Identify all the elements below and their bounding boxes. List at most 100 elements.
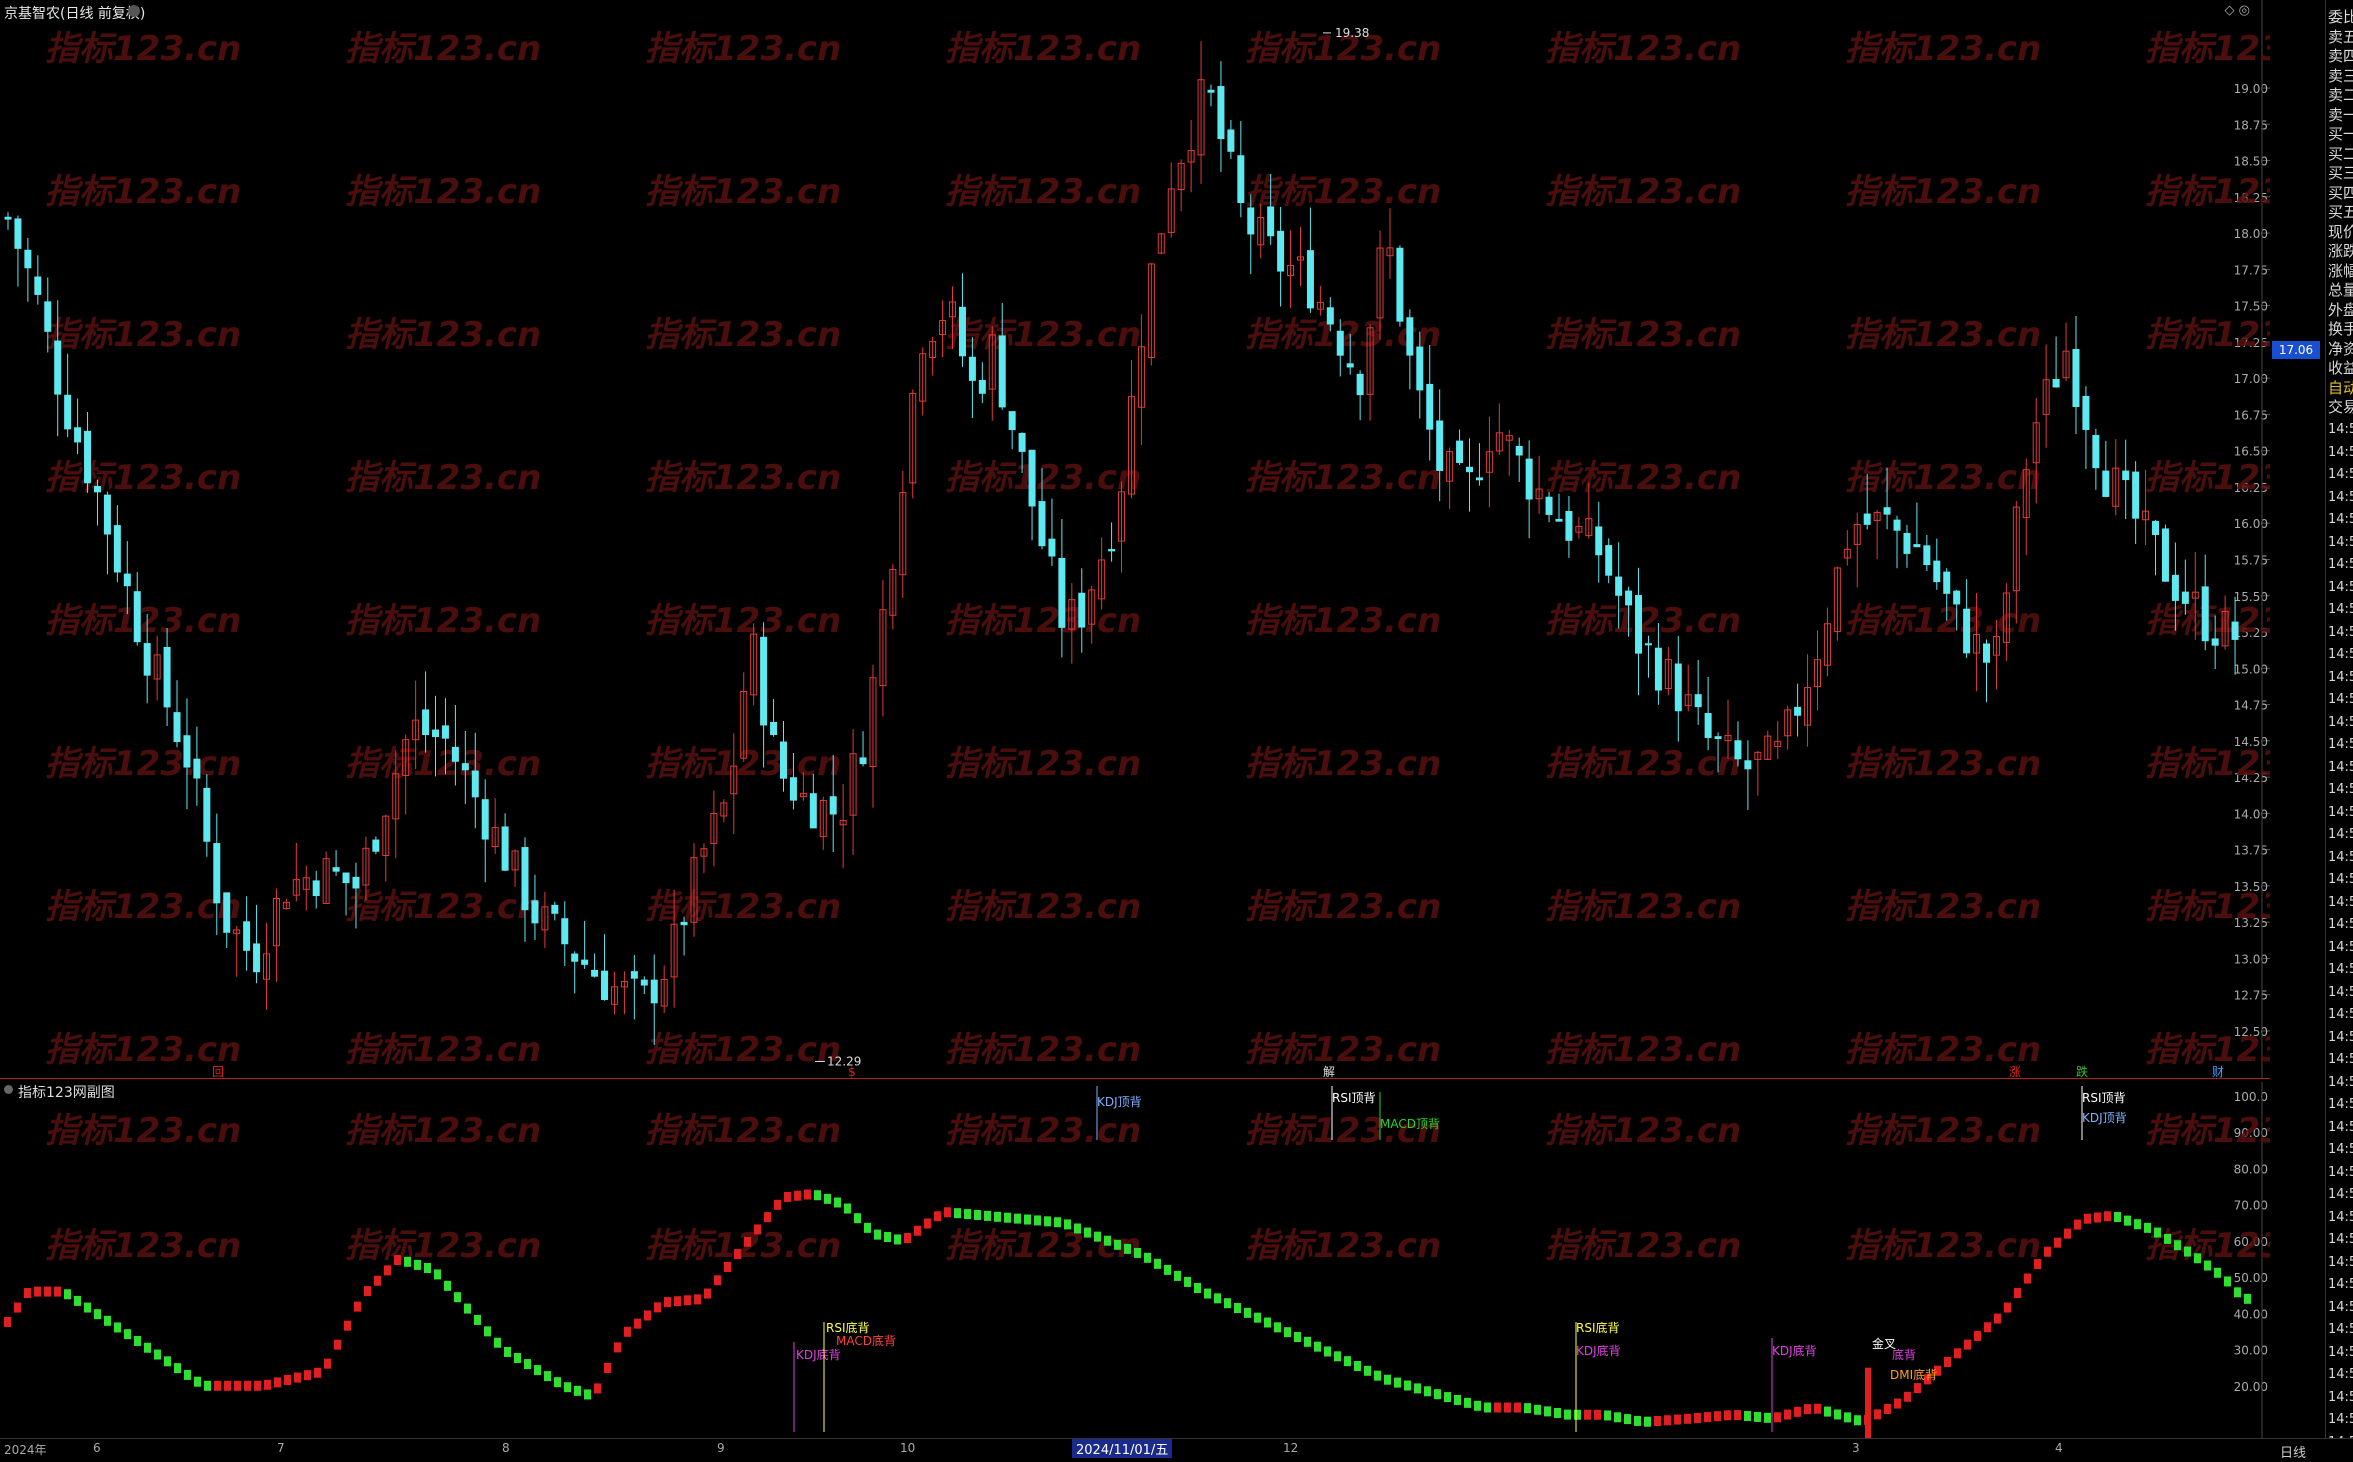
- quote-field-label: 买五: [2328, 203, 2353, 221]
- indicator-bar: [1474, 1400, 1481, 1411]
- indicator-bar: [474, 1314, 481, 1325]
- indicator-bar: [304, 1370, 311, 1381]
- candle-body: [789, 777, 797, 801]
- tick-time-label: 14:5: [2328, 1367, 2353, 1382]
- watermark-text: 指标123.cn: [645, 1030, 841, 1070]
- indicator-bar: [1954, 1348, 1961, 1359]
- indicator-bar: [1384, 1374, 1391, 1385]
- candle-body: [1028, 449, 1036, 507]
- watermark-text: 指标123.cn: [2145, 1226, 2270, 1266]
- signal-label: RSI底背: [1576, 1320, 1620, 1335]
- indicator-bar: [1014, 1213, 1021, 1224]
- indicator-bar: [1204, 1288, 1211, 1299]
- tick-time-label: 14:5: [2328, 759, 2353, 775]
- indicator-bar: [94, 1309, 101, 1320]
- time-axis[interactable]: 2024年 6 7 8 9 10 12 3 4: [0, 1438, 2353, 1462]
- price-axis-label: 19.00: [2234, 82, 2268, 96]
- candle-body: [1426, 383, 1434, 430]
- watermark-text: 指标123.cn: [945, 1030, 1141, 1070]
- candle-body: [998, 335, 1006, 408]
- signal-label: KDJ顶背: [2082, 1111, 2127, 1125]
- tick-time-label: 14:5: [2328, 1322, 2353, 1337]
- indicator-bar: [1374, 1370, 1381, 1381]
- time-axis-label: 12: [1283, 1441, 1299, 1455]
- indicator-bar: [804, 1189, 811, 1200]
- time-axis-label: 4: [2055, 1441, 2063, 1455]
- indicator-bar: [1944, 1357, 1951, 1368]
- stock-title[interactable]: 京基智农(日线 前复权): [4, 3, 145, 23]
- candle-body: [1038, 501, 1046, 547]
- price-axis-label: 17.75: [2234, 263, 2268, 277]
- watermark-text: 指标123.cn: [1545, 887, 1741, 927]
- candle-body: [342, 872, 350, 884]
- pane-divider[interactable]: [0, 1078, 2270, 1079]
- indicator-axis-label: 20.00: [2234, 1380, 2268, 1394]
- indicator-bar: [824, 1193, 831, 1204]
- quote-field-label: 总量: [2328, 281, 2353, 299]
- indicator-bar: [1824, 1406, 1831, 1417]
- tick-time-label: 14:5: [2328, 1209, 2353, 1225]
- candle-body: [312, 880, 320, 897]
- indicator-bar: [84, 1302, 91, 1313]
- indicator-svg[interactable]: 100.090.0080.0070.0060.0050.0040.0030.00…: [0, 1082, 2341, 1448]
- candle-body: [1237, 155, 1245, 204]
- indicator-bar: [1484, 1402, 1491, 1413]
- candle-body: [1654, 647, 1662, 691]
- watermark-text: 指标123.cn: [645, 744, 841, 784]
- candle-body: [1346, 363, 1354, 368]
- candlestick-chart[interactable]: 19.00 18.75 18.50 18.25 18.00 17.75 17.50 17.25…: [0, 0, 2341, 1080]
- indicator-bar: [294, 1372, 301, 1383]
- quote-field-label: 委比: [2328, 8, 2353, 26]
- tick-time-label: 14:5: [2328, 804, 2353, 820]
- tick-time-label: 14:5: [2328, 1344, 2353, 1360]
- candle-body: [1694, 694, 1702, 708]
- quote-panel[interactable]: 委比卖五卖四卖三卖二卖一买一买二买三买四买五现价涨跌涨幅总量外盘换手净资收益自动…: [2325, 0, 2353, 1438]
- indicator-bar: [1454, 1394, 1461, 1405]
- tick-time-label: 14:5: [2328, 1097, 2353, 1112]
- candle-body: [1456, 440, 1464, 463]
- settings-icon[interactable]: [128, 5, 140, 17]
- indicator-bar: [2174, 1240, 2181, 1251]
- indicator-bar: [1114, 1239, 1121, 1250]
- indicator-bar: [334, 1339, 341, 1350]
- indicator-bar: [1394, 1377, 1401, 1388]
- watermark-text: 指标123.cn: [1245, 601, 1441, 641]
- indicator-bar: [774, 1199, 781, 1210]
- indicator-bar: [954, 1208, 961, 1219]
- watermark-text: 指标123.cn: [1845, 1030, 2041, 1070]
- candlestick-svg[interactable]: 19.0018.7518.5018.2518.0017.7517.5017.25…: [0, 0, 2341, 1079]
- candle-body: [1525, 458, 1533, 500]
- indicator-bar: [1264, 1317, 1271, 1328]
- indicator-chart[interactable]: 100.0 90.00 80.00 70.00 60.00 50.00 40.00 30.00…: [0, 1082, 2341, 1448]
- indicator-axis-label: 100.0: [2234, 1090, 2268, 1104]
- indicator-bar: [1074, 1223, 1081, 1234]
- indicator-bar: [884, 1232, 891, 1243]
- indicator-bar: [1644, 1416, 1651, 1427]
- indicator-bar: [2154, 1227, 2161, 1238]
- quote-field-label: 现价: [2328, 222, 2353, 241]
- candle-body: [1704, 713, 1712, 738]
- indicator-bar: [1884, 1403, 1891, 1414]
- watermark-text: 指标123.cn: [45, 601, 241, 641]
- chart-tool-icons[interactable]: ◇ ◎: [2225, 3, 2250, 18]
- watermark-text: 指标123.cn: [1845, 1226, 2041, 1266]
- indicator-bar: [1764, 1412, 1771, 1423]
- period-label[interactable]: 日线: [2280, 1442, 2306, 1461]
- watermark-text: 指标123.cn: [945, 744, 1141, 784]
- tick-time-label: 14:5: [2328, 782, 2353, 797]
- watermark-text: 指标123.cn: [1845, 315, 2041, 355]
- indicator-bar: [484, 1326, 491, 1337]
- price-axis-label: 12.75: [2234, 989, 2268, 1003]
- indicator-bar: [24, 1288, 31, 1299]
- indicator-bar: [924, 1218, 931, 1229]
- candle-body: [34, 276, 42, 295]
- watermark-text: 指标123.cn: [45, 887, 241, 927]
- tick-time-label: 14:5: [2328, 1029, 2353, 1045]
- candle-body: [640, 979, 648, 986]
- tick-time-label: 14:5: [2328, 444, 2353, 460]
- indicator-bar: [1834, 1409, 1841, 1420]
- indicator-bar: [1564, 1409, 1571, 1420]
- indicator-bar: [1584, 1409, 1591, 1420]
- indicator-bar: [1684, 1413, 1691, 1424]
- indicator-bar: [1784, 1409, 1791, 1420]
